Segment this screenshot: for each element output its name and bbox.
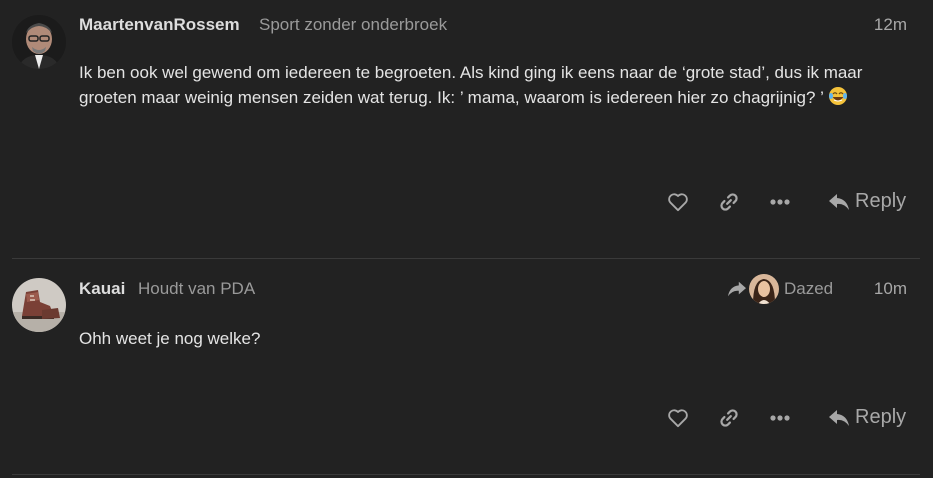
reply-button[interactable]: Reply: [828, 406, 906, 429]
post-time[interactable]: 12m: [874, 15, 907, 35]
like-button[interactable]: [663, 403, 693, 433]
avatar: [749, 274, 779, 304]
reply-button[interactable]: Reply: [828, 190, 906, 213]
post-body: Ik ben ook wel gewend om iedereen te beg…: [79, 60, 919, 110]
heart-icon: [668, 193, 688, 212]
more-button[interactable]: [765, 403, 795, 433]
avatar[interactable]: [12, 15, 66, 69]
post-time[interactable]: 10m: [874, 279, 907, 299]
post-body-text: Ohh weet je nog welke?: [79, 329, 261, 348]
post-maartenvanrossem: MaartenvanRossem Sport zonder onderbroek…: [0, 0, 933, 258]
link-icon: [720, 193, 738, 211]
joy-emoji: [829, 87, 848, 105]
reply-arrow-icon: [829, 193, 849, 210]
reply-to-username: Dazed: [784, 279, 834, 298]
like-button[interactable]: [663, 187, 693, 217]
reply-arrow-icon: [728, 281, 746, 297]
post-kauai: Kauai Houdt van PDA Dazed 10m Ohh weet j…: [0, 259, 933, 477]
user-title: Houdt van PDA: [138, 279, 256, 298]
username[interactable]: MaartenvanRossem: [79, 15, 240, 35]
copy-link-button[interactable]: [714, 187, 744, 217]
ellipsis-icon: [770, 199, 790, 205]
post-body-text: Ik ben ook wel gewend om iedereen te beg…: [79, 63, 863, 107]
reply-label: Reply: [855, 190, 907, 212]
avatar[interactable]: [12, 278, 66, 332]
copy-link-button[interactable]: [714, 403, 744, 433]
link-icon: [720, 409, 738, 427]
more-button[interactable]: [765, 187, 795, 217]
ellipsis-icon: [770, 415, 790, 421]
reply-label: Reply: [855, 406, 907, 428]
post-actions: Reply: [0, 187, 933, 217]
reply-to-indicator[interactable]: Dazed: [727, 274, 833, 304]
heart-icon: [668, 409, 688, 428]
post-actions: Reply: [0, 403, 933, 433]
username[interactable]: Kauai: [79, 279, 125, 299]
reply-arrow-icon: [829, 409, 849, 426]
post-body: Ohh weet je nog welke?: [79, 326, 919, 351]
post-divider: [12, 474, 920, 475]
user-title: Sport zonder onderbroek: [259, 15, 448, 34]
